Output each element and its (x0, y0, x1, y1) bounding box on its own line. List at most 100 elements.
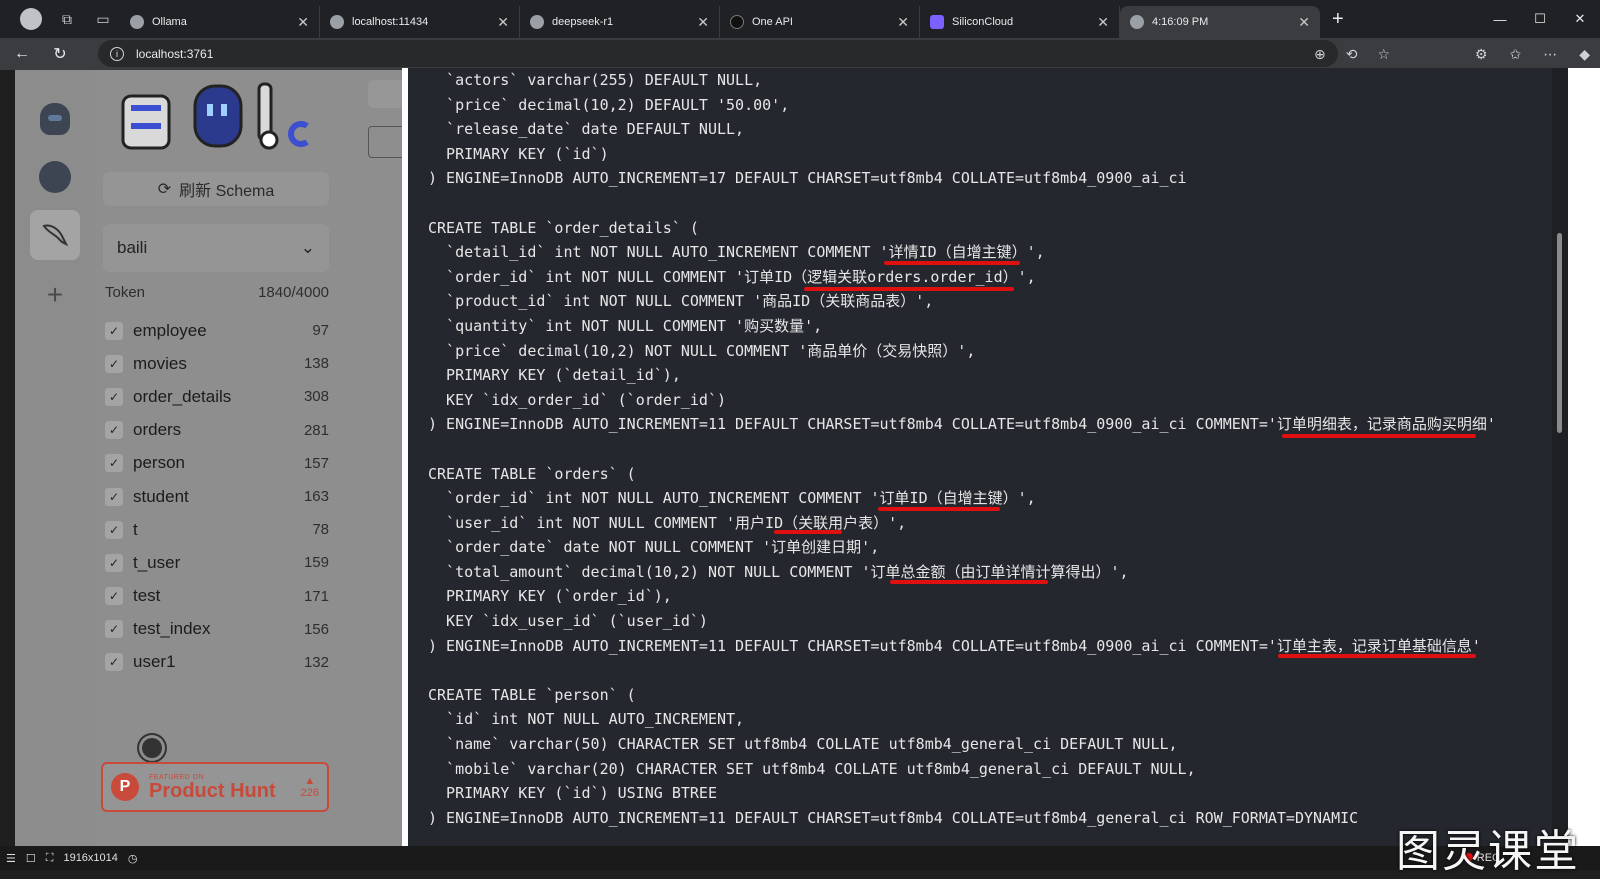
table-checkbox[interactable]: ✓ (105, 355, 123, 373)
table-checkbox[interactable]: ✓ (105, 554, 123, 572)
mysql-nav[interactable] (30, 210, 80, 260)
reload-button[interactable]: ↻ (44, 44, 76, 64)
back-button[interactable]: ← (6, 45, 38, 63)
table-checkbox[interactable]: ✓ (105, 587, 123, 605)
annotation-underline (804, 287, 1014, 291)
table-checkbox[interactable]: ✓ (105, 521, 123, 539)
maximize-button[interactable]: ☐ (1520, 11, 1560, 27)
table-token-count: 308 (304, 388, 329, 405)
theme-toggle-sun-icon[interactable] (142, 738, 162, 758)
table-checkbox[interactable]: ✓ (105, 488, 123, 506)
table-checkbox[interactable]: ✓ (105, 620, 123, 638)
tab-strip: Ollama ✕ localhost:11434 ✕ deepseek-r1 ✕… (120, 0, 1320, 38)
upvote-triangle-icon: ▲ (301, 775, 319, 787)
table-token-count: 156 (304, 621, 329, 638)
close-tab-icon[interactable]: ✕ (1298, 14, 1310, 31)
recorder-status-bar: ☰ ☐ ⛶ 1916x1014 ◷ REC (0, 846, 1600, 870)
tab-title: SiliconCloud (952, 16, 1091, 28)
table-checkbox[interactable]: ✓ (105, 322, 123, 340)
table-row[interactable]: ✓ person 157 (105, 447, 329, 480)
browser-tab-bar: ⧉ ▭ Ollama ✕ localhost:11434 ✕ deepseek-… (0, 0, 1600, 38)
browser-tab[interactable]: SiliconCloud ✕ (920, 6, 1120, 38)
table-checkbox[interactable]: ✓ (105, 421, 123, 439)
more-menu-icon[interactable]: ⋯ (1543, 46, 1557, 63)
tab-favicon-icon (330, 15, 344, 29)
browser-tab[interactable]: deepseek-r1 ✕ (520, 6, 720, 38)
mysql-dolphin-icon (40, 220, 70, 250)
table-name: person (133, 453, 304, 473)
scrollbar-thumb[interactable] (1557, 233, 1562, 433)
table-row[interactable]: ✓ t 78 (105, 513, 329, 546)
extensions-icon[interactable]: ⚙ (1475, 46, 1488, 63)
zoom-icon[interactable]: ⊕ (1314, 46, 1326, 63)
close-tab-icon[interactable]: ✕ (897, 14, 909, 31)
table-token-count: 157 (304, 455, 329, 472)
robot-icon (40, 103, 70, 135)
table-row[interactable]: ✓ user1 132 (105, 646, 329, 679)
copilot-icon[interactable]: ◆ (1579, 46, 1590, 63)
annotation-underline (774, 530, 842, 534)
table-token-count: 171 (304, 588, 329, 605)
table-row[interactable]: ✓ student 163 (105, 480, 329, 513)
postgres-nav[interactable] (30, 152, 80, 202)
plus-icon: + (47, 279, 63, 311)
table-token-count: 97 (312, 322, 329, 339)
table-checkbox[interactable]: ✓ (105, 653, 123, 671)
table-token-count: 132 (304, 654, 329, 671)
table-row[interactable]: ✓ test_index 156 (105, 613, 329, 646)
database-select[interactable]: baili ⌄ (103, 224, 329, 272)
close-tab-icon[interactable]: ✕ (1097, 14, 1109, 31)
app-logo (117, 82, 317, 154)
chevron-down-icon: ⌄ (301, 238, 315, 258)
browser-tab[interactable]: One API ✕ (720, 6, 920, 38)
add-connection-button[interactable]: + (30, 270, 80, 320)
table-name: student (133, 487, 304, 507)
tab-favicon-icon (1130, 15, 1144, 29)
table-token-count: 78 (312, 521, 329, 538)
table-list: ✓ employee 97✓ movies 138✓ order_details… (105, 314, 329, 679)
code-line: `order_date` date NOT NULL COMMENT '订单创建… (428, 535, 1552, 560)
annotation-underline (1282, 434, 1476, 438)
favorites-icon[interactable]: ✩ (1509, 46, 1521, 63)
browser-tab[interactable]: localhost:11434 ✕ (320, 6, 520, 38)
close-tab-icon[interactable]: ✕ (297, 14, 309, 31)
table-row[interactable]: ✓ orders 281 (105, 414, 329, 447)
browser-tab[interactable]: 4:16:09 PM ✕ (1120, 6, 1320, 38)
table-row[interactable]: ✓ movies 138 (105, 347, 329, 380)
schema-sidebar: ⟳ 刷新 Schema baili ⌄ Token 1840/4000 ✓ em… (95, 70, 348, 846)
crop-icon: ⛶ (46, 852, 54, 865)
table-row[interactable]: ✓ t_user 159 (105, 546, 329, 579)
minimize-button[interactable]: — (1480, 12, 1520, 27)
schema-code-panel: `actors` varchar(255) DEFAULT NULL, `pri… (402, 68, 1552, 846)
table-row[interactable]: ✓ order_details 308 (105, 380, 329, 413)
table-name: employee (133, 321, 312, 341)
workspaces-icon[interactable]: ⧉ (56, 8, 78, 30)
table-row[interactable]: ✓ employee 97 (105, 314, 329, 347)
code-line: `quantity` int NOT NULL COMMENT '购买数量', (428, 314, 1552, 339)
close-tab-icon[interactable]: ✕ (697, 14, 709, 31)
menu-icon: ☰ (6, 852, 16, 865)
new-tab-button[interactable]: + (1332, 8, 1344, 31)
browser-tab[interactable]: Ollama ✕ (120, 6, 320, 38)
favorite-star-icon[interactable]: ☆ (1377, 46, 1390, 63)
close-tab-icon[interactable]: ✕ (497, 14, 509, 31)
code-scrollbar[interactable] (1552, 68, 1568, 846)
tab-actions-icon[interactable]: ▭ (92, 8, 114, 30)
profile-avatar[interactable] (20, 8, 42, 30)
ai-robot-nav[interactable] (30, 94, 80, 144)
table-name: user1 (133, 652, 304, 672)
left-rail: + (15, 70, 95, 846)
product-hunt-badge[interactable]: P FEATURED ON Product Hunt ▲ 226 (101, 762, 329, 812)
table-checkbox[interactable]: ✓ (105, 388, 123, 406)
table-token-count: 159 (304, 554, 329, 571)
refresh-schema-button[interactable]: ⟳ 刷新 Schema (103, 172, 329, 206)
table-row[interactable]: ✓ test 171 (105, 580, 329, 613)
site-info-icon[interactable]: i (110, 47, 124, 61)
address-bar-row: ← ↻ i localhost:3761 ⊕ ⟲ ☆ ⚙ ✩ ⋯ ◆ (0, 38, 1600, 70)
table-token-count: 138 (304, 355, 329, 372)
close-window-button[interactable]: ✕ (1560, 11, 1600, 27)
table-checkbox[interactable]: ✓ (105, 454, 123, 472)
translate-icon[interactable]: ⟲ (1346, 46, 1358, 63)
timer-icon: ◷ (128, 852, 138, 865)
url-field[interactable]: i localhost:3761 (98, 40, 1338, 67)
